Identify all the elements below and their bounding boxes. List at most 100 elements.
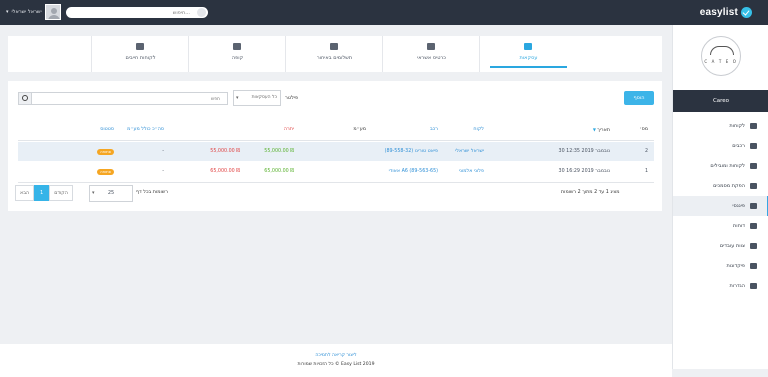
briefcase-icon (524, 43, 532, 50)
deal-number: 1 (644, 169, 648, 174)
sidebar: C A T E O Careo לקוחות רכבים לקוחות ומוב… (672, 25, 768, 369)
sidebar-item-label: פיקדונות (726, 263, 745, 269)
filter-label: פילטר (285, 95, 299, 101)
filter-select[interactable]: כל העסקאות (233, 90, 281, 106)
table-row[interactable]: 2 30 נובמבר 2019 12:35 ישראל ישראלי פיאט… (18, 142, 654, 161)
dashboard-icon (750, 123, 757, 129)
next-page-button[interactable]: הבא (15, 185, 35, 201)
sidebar-item-label: צוות עובדים (719, 243, 745, 249)
car-icon (750, 143, 757, 149)
top-bar: easylist ▾ ישראל ישראלי (0, 0, 768, 25)
table-header-row: מס׳ ▼ תאריך לקוח רכב מע״מ יתרה סה״כ כולל… (18, 120, 654, 141)
deal-vehicle[interactable]: פיאט טורינו (89-558-32) (385, 149, 438, 154)
status-badge: פתוחה (97, 149, 114, 155)
deal-dash: - (162, 149, 164, 154)
tab-late-payments[interactable]: תשלומים באיחור (285, 36, 382, 72)
tab-label: קופה (231, 55, 244, 61)
sidebar-item-customers[interactable]: לקוחות ומובילים (673, 156, 768, 176)
header-balance[interactable]: יתרה (284, 127, 294, 132)
deal-total: 55,000.00 ₪ (264, 149, 294, 154)
sidebar-item-label: לקוחות ומובילים (710, 163, 745, 169)
sidebar-item-reports[interactable]: דוחות (673, 216, 768, 236)
company-logo-text: C A T E O (704, 59, 738, 64)
sidebar-item-label: לקוחות (729, 123, 745, 129)
pagination: הבא 1 הקודם (15, 185, 73, 201)
sidebar-item-vehicles[interactable]: רכבים (673, 136, 768, 156)
sidebar-item-label: פיננסי (732, 203, 745, 209)
per-page-label: רשומות בכל דף (136, 190, 168, 195)
user-plus-icon (136, 43, 144, 50)
deal-dash: - (162, 169, 164, 174)
global-search-input[interactable] (80, 8, 190, 17)
deposit-icon (750, 263, 757, 269)
add-deal-button[interactable]: הוסף (624, 91, 654, 105)
tab-label: תשלומים באיחור (316, 55, 353, 61)
credit-card-icon (427, 43, 435, 50)
deal-balance: 65,000.00 ₪ (210, 169, 240, 174)
header-num[interactable]: מס׳ (640, 127, 648, 132)
sidebar-item-label: רכבים (732, 143, 745, 149)
sidebar-item-label: הפקת מסמכים (713, 183, 745, 189)
header-vat[interactable]: מע״מ (353, 127, 366, 132)
table-search-input[interactable] (35, 94, 220, 104)
calculator-icon (750, 203, 757, 209)
deals-table: מס׳ ▼ תאריך לקוח רכב מע״מ יתרה סה״כ כולל… (18, 119, 654, 186)
sidebar-item-documents[interactable]: הפקת מסמכים (673, 176, 768, 196)
header-date-label: תאריך (597, 128, 610, 133)
page-1-button[interactable]: 1 (34, 185, 50, 201)
table-row[interactable]: 1 30 נובמבר 2019 16:29 פלוני אלמוני אאוד… (18, 162, 654, 183)
cash-register-icon (233, 43, 241, 50)
deal-number: 2 (644, 149, 648, 154)
footer: ליצור קריאה לתמיכה כל הזכויות שמורות © E… (0, 344, 672, 377)
sidebar-item-label: דוחות (732, 223, 745, 229)
tab-credit-card[interactable]: כרטיס אשראי (382, 36, 479, 72)
deal-vehicle[interactable]: אאודי A6 (89-563-65) (389, 169, 438, 174)
status-badge: פתוחה (97, 169, 114, 175)
support-link[interactable]: ליצור קריאה לתמיכה (0, 353, 672, 358)
sidebar-item-settings[interactable]: הגדרות (673, 276, 768, 296)
avatar[interactable] (44, 4, 61, 20)
check-circle-icon (741, 6, 752, 18)
tab-label: עסקאות (519, 55, 538, 61)
status-badge-label: פתוחה (97, 149, 114, 155)
search-icon[interactable] (197, 8, 206, 17)
company-logo: C A T E O (701, 36, 741, 76)
user-menu[interactable]: ▾ ישראל ישראלי (6, 4, 61, 20)
team-icon (750, 243, 757, 249)
tab-label: לקוחות חייבים (125, 55, 156, 61)
hourglass-icon (330, 43, 338, 50)
header-total-with-vat[interactable]: סה״כ כולל מע״מ (127, 127, 164, 132)
sidebar-item-label: הגדרות (729, 283, 745, 289)
deal-customer[interactable]: פלוני אלמוני (459, 169, 484, 174)
company-name: Careo (673, 90, 768, 112)
per-page-select[interactable]: 25 (89, 185, 133, 202)
sidebar-item-deposits[interactable]: פיקדונות (673, 256, 768, 276)
sidebar-item-finance[interactable]: פיננסי (673, 196, 768, 216)
finance-tabs: עסקאות כרטיס אשראי תשלומים באיחור קופה ל… (8, 36, 662, 72)
copyright: כל הזכויות שמורות © Easy List 2019 (297, 362, 375, 367)
brand-name: easylist (699, 6, 738, 18)
deal-customer[interactable]: ישראל ישראלי (455, 149, 484, 154)
deal-date: 30 נובמבר 2019 16:29 (558, 169, 610, 174)
tab-deals[interactable]: עסקאות (479, 36, 576, 72)
per-page-value: 25 (107, 190, 115, 196)
header-customer[interactable]: לקוח (473, 127, 484, 132)
search-icon[interactable] (19, 93, 32, 104)
tab-cashbox[interactable]: קופה (188, 36, 285, 72)
sidebar-item-team[interactable]: צוות עובדים (673, 236, 768, 256)
chevron-down-icon: ▾ (6, 9, 9, 15)
tab-debtors[interactable]: לקוחות חייבים (91, 36, 188, 72)
status-badge-label: פתוחה (97, 169, 114, 175)
table-summary: מציג 1 עד 2 מתוך 2 רשומות (561, 190, 620, 195)
edit-icon (750, 183, 757, 189)
settings-icon (750, 283, 757, 289)
header-date[interactable]: ▼ תאריך (593, 127, 610, 133)
global-search[interactable] (66, 7, 208, 18)
prev-page-button[interactable]: הקודם (49, 185, 73, 201)
sidebar-item-dashboard[interactable]: לקוחות (673, 116, 768, 136)
header-status[interactable]: סטטוס (100, 127, 114, 132)
tab-label: כרטיס אשראי (417, 55, 446, 61)
table-search (18, 92, 228, 105)
header-vehicle[interactable]: רכב (430, 127, 438, 132)
brand-logo[interactable]: easylist (700, 5, 752, 19)
